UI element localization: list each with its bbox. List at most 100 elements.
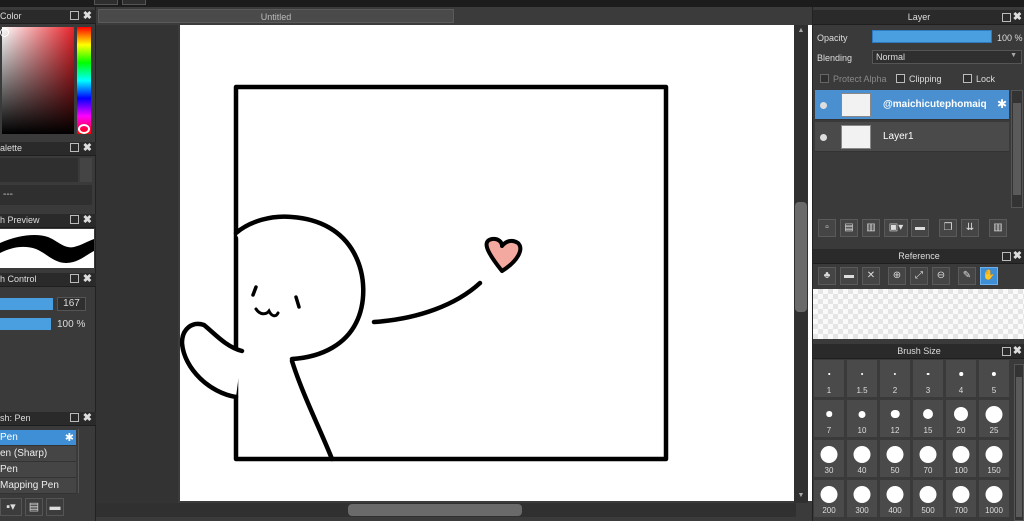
close-icon[interactable]: ✖ <box>1013 344 1022 359</box>
brush-item-pen-sharp[interactable]: en (Sharp) <box>0 446 76 462</box>
brush-size-slider[interactable] <box>0 298 53 310</box>
close-icon[interactable]: ✖ <box>83 9 92 22</box>
palette-scrollbar[interactable] <box>80 158 92 182</box>
brush-size-option[interactable]: 2 <box>879 359 911 398</box>
brush-stroke-icon <box>0 235 94 263</box>
brush-item-pen[interactable]: Pen ✱ <box>0 430 76 446</box>
brush-size-option[interactable]: 1000 <box>978 479 1010 518</box>
popout-icon[interactable] <box>1002 347 1011 356</box>
folder-icon[interactable]: ▬ <box>911 219 929 237</box>
hue-marker[interactable] <box>78 124 90 134</box>
visibility-eye-icon[interactable] <box>820 134 827 141</box>
zoom-out-icon[interactable]: ⊖ <box>932 267 950 285</box>
brush-size-option[interactable]: 15 <box>912 399 944 438</box>
add-layer-menu-icon[interactable]: ▣▾ <box>884 219 908 237</box>
brush-size-option[interactable]: 200 <box>813 479 845 518</box>
close-icon[interactable]: ✖ <box>83 272 92 285</box>
layer-list-scrollbar[interactable] <box>1011 90 1023 208</box>
layer-opacity-slider[interactable] <box>872 30 992 43</box>
brush-size-option[interactable]: 10 <box>846 399 878 438</box>
brush-size-dot-icon <box>959 372 963 376</box>
gear-icon[interactable]: ✱ <box>65 431 74 444</box>
gear-icon[interactable]: ✱ <box>997 97 1007 111</box>
zoom-in-icon[interactable]: ⊕ <box>888 267 906 285</box>
brush-settings-button[interactable]: ▤ <box>25 498 43 516</box>
reference-image-area[interactable] <box>813 289 1024 339</box>
brush-size-scrollbar[interactable] <box>1014 364 1024 521</box>
toolbar-button[interactable] <box>94 0 118 5</box>
document-tab[interactable]: Untitled <box>98 9 454 23</box>
brush-opacity-slider[interactable] <box>0 318 51 330</box>
horizontal-scroll-thumb[interactable] <box>348 504 522 516</box>
brush-size-option[interactable]: 700 <box>945 479 977 518</box>
popout-icon[interactable] <box>1002 252 1011 261</box>
drawing-canvas[interactable] <box>180 25 888 501</box>
brush-size-option[interactable]: 40 <box>846 439 878 478</box>
close-icon[interactable]: ✖ <box>83 141 92 154</box>
brush-size-option[interactable]: 1.5 <box>846 359 878 398</box>
color-picker-cursor[interactable] <box>0 28 9 37</box>
duplicate-layer-icon[interactable]: ❐ <box>939 219 957 237</box>
brush-size-option[interactable]: 150 <box>978 439 1010 478</box>
protect-alpha-checkbox[interactable] <box>820 74 829 83</box>
layer-row-selected[interactable]: @maichicutephomaiq ✱ <box>815 90 1009 120</box>
visibility-eye-icon[interactable] <box>820 102 827 109</box>
new-layer-icon[interactable]: ▫ <box>818 219 836 237</box>
brush-item-mapping-pen[interactable]: Mapping Pen <box>0 478 76 494</box>
close-icon[interactable]: ✖ <box>83 213 92 226</box>
scroll-up-icon[interactable]: ▲ <box>796 27 806 35</box>
popout-icon[interactable] <box>70 215 79 224</box>
new-halftone-layer-icon[interactable]: ▥ <box>862 219 880 237</box>
brush-size-option[interactable]: 12 <box>879 399 911 438</box>
popout-icon[interactable] <box>70 11 79 20</box>
close-icon[interactable]: ✖ <box>83 411 92 424</box>
brush-size-option[interactable]: 20 <box>945 399 977 438</box>
palette-swatches[interactable] <box>0 158 78 182</box>
brush-size-option[interactable]: 3 <box>912 359 944 398</box>
merge-layer-icon[interactable]: ⇊ <box>961 219 979 237</box>
brush-size-option[interactable]: 4 <box>945 359 977 398</box>
eyedropper-icon[interactable]: ✎ <box>958 267 976 285</box>
fit-icon[interactable]: ⤢ <box>910 267 928 285</box>
brush-size-option[interactable]: 25 <box>978 399 1010 438</box>
popout-icon[interactable] <box>70 274 79 283</box>
delete-layer-icon[interactable]: ▥ <box>989 219 1007 237</box>
toolbar-button[interactable] <box>122 0 146 5</box>
brush-size-option[interactable]: 5 <box>978 359 1010 398</box>
brush-size-option[interactable]: 100 <box>945 439 977 478</box>
brush-item-pen-2[interactable]: Pen <box>0 462 76 478</box>
brush-list-scrollbar[interactable] <box>78 429 92 493</box>
brush-size-label: 3 <box>925 386 931 395</box>
close-icon[interactable]: ✖ <box>1013 10 1022 25</box>
color-saturation-value-picker[interactable] <box>2 27 74 134</box>
brush-size-option[interactable]: 1 <box>813 359 845 398</box>
vertical-scroll-thumb[interactable] <box>795 202 807 312</box>
layer-row[interactable]: Layer1 <box>815 122 1009 152</box>
blending-select[interactable]: Normal ▼ <box>872 50 1022 64</box>
close-reference-icon[interactable]: ✕ <box>862 267 880 285</box>
add-brush-button[interactable]: ▪▾ <box>0 498 22 516</box>
popout-icon[interactable] <box>1002 13 1011 22</box>
brush-size-option[interactable]: 70 <box>912 439 944 478</box>
brush-size-option[interactable]: 500 <box>912 479 944 518</box>
lock-checkbox[interactable] <box>963 74 972 83</box>
hue-slider[interactable] <box>77 27 91 134</box>
popout-icon[interactable] <box>70 413 79 422</box>
brush-size-option[interactable]: 400 <box>879 479 911 518</box>
brush-size-option[interactable]: 50 <box>879 439 911 478</box>
close-icon[interactable]: ✖ <box>1013 249 1022 264</box>
folder-icon[interactable]: ▬ <box>46 498 64 516</box>
scroll-down-icon[interactable]: ▼ <box>796 492 806 500</box>
brush-size-scroll-thumb[interactable] <box>1016 377 1022 517</box>
layer-scroll-thumb[interactable] <box>1013 103 1021 195</box>
brush-size-option[interactable]: 300 <box>846 479 878 518</box>
brush-size-option[interactable]: 7 <box>813 399 845 438</box>
popout-icon[interactable] <box>70 143 79 152</box>
folder-icon[interactable]: ▬ <box>840 267 858 285</box>
new-raster-layer-icon[interactable]: ▤ <box>840 219 858 237</box>
clipping-checkbox[interactable] <box>896 74 905 83</box>
hand-icon[interactable]: ✋ <box>980 267 998 285</box>
brush-size-option[interactable]: 30 <box>813 439 845 478</box>
open-image-icon[interactable]: ♣ <box>818 267 836 285</box>
brush-size-value[interactable]: 167 <box>57 297 86 311</box>
